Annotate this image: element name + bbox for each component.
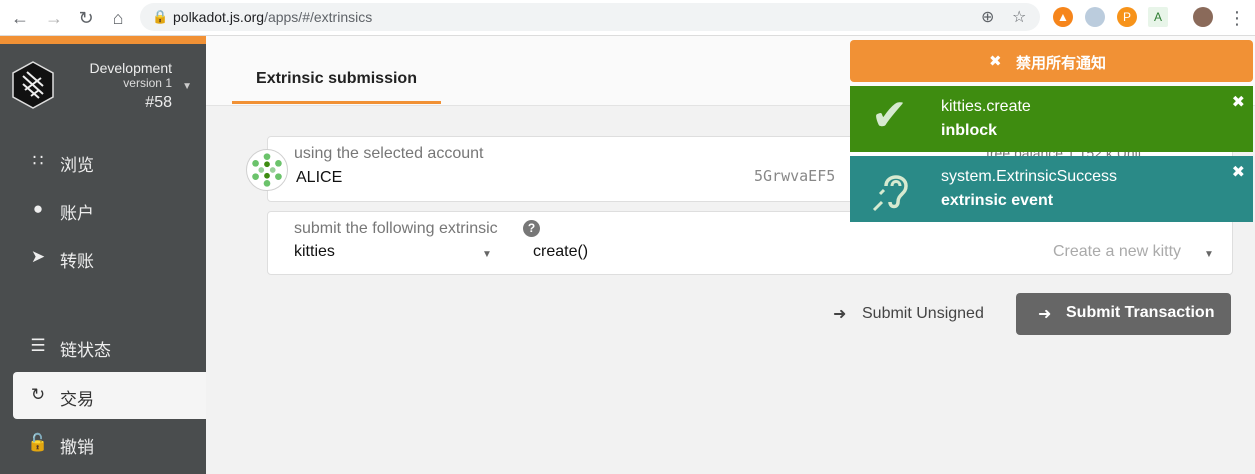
lock-icon: 🔒 bbox=[152, 9, 169, 24]
sidebar-item-label: 链状态 bbox=[60, 341, 111, 360]
disable-notifications-button[interactable]: ✖ 禁用所有通知 bbox=[850, 40, 1253, 82]
forward-icon[interactable]: → bbox=[42, 6, 66, 30]
extrinsic-module[interactable]: kitties bbox=[294, 243, 335, 261]
address-bar[interactable]: 🔒 polkadot.js.org/apps/#/extrinsics ⊕ ☆ bbox=[140, 3, 1040, 31]
sidebar-item-democracy[interactable]: 🔓 撤销 bbox=[13, 420, 206, 467]
apps-icon: ∷ bbox=[32, 151, 44, 170]
notification-title: kitties.create bbox=[941, 98, 1031, 115]
sidebar-item-transfer[interactable]: ➤ 转账 bbox=[13, 234, 206, 281]
close-icon[interactable]: ✖ bbox=[1232, 92, 1245, 112]
users-icon: ● bbox=[32, 199, 44, 218]
polkadot-logo bbox=[12, 61, 54, 109]
module-dropdown-icon[interactable]: ▼ bbox=[482, 249, 492, 260]
tab-label: Extrinsic submission bbox=[256, 70, 417, 87]
notification-title: system.ExtrinsicSuccess bbox=[941, 168, 1118, 185]
menu-dots-icon[interactable]: ⋮ bbox=[1225, 6, 1249, 30]
url-path: /apps/#/extrinsics bbox=[264, 9, 373, 25]
sidebar-item-label: 账户 bbox=[60, 204, 94, 223]
unlock-icon: 🔓 bbox=[27, 433, 49, 452]
notification-status: extrinsic event bbox=[941, 192, 1054, 209]
bookmark-star-icon[interactable]: ☆ bbox=[1012, 7, 1026, 27]
chain-version: version 1 bbox=[123, 76, 172, 90]
close-icon[interactable]: ✖ bbox=[1232, 162, 1245, 182]
sidebar-accent-bar bbox=[0, 36, 206, 44]
submit-transaction-label: Submit Transaction bbox=[1066, 304, 1215, 321]
account-address: 5GrwvaEF5 bbox=[754, 167, 836, 185]
sign-in-icon: ➜ bbox=[833, 306, 847, 323]
account-name: ALICE bbox=[296, 169, 343, 186]
disable-notifications-label: 禁用所有通知 bbox=[1016, 55, 1107, 72]
account-identicon bbox=[246, 149, 288, 191]
send-icon: ➤ bbox=[30, 247, 46, 266]
assistive-listening-icon bbox=[872, 175, 908, 212]
extension-badge-icon[interactable] bbox=[1085, 7, 1105, 27]
sidebar: Development version 1 #58 ▼ ∷ 浏览 ● 账户 ➤ … bbox=[0, 36, 206, 474]
zoom-icon[interactable]: ⊕ bbox=[981, 7, 994, 27]
extrinsic-label: submit the following extrinsic bbox=[294, 220, 498, 237]
profile-avatar[interactable] bbox=[1193, 7, 1213, 27]
sign-in-icon: ➜ bbox=[1038, 306, 1052, 323]
submit-unsigned-label: Submit Unsigned bbox=[862, 305, 984, 322]
browser-toolbar: ← → ↻ ⌂ 🔒 polkadot.js.org/apps/#/extrins… bbox=[0, 0, 1255, 36]
sidebar-item-chainstate[interactable]: ☰ 链状态 bbox=[13, 323, 206, 370]
chain-block-number: #58 bbox=[145, 94, 172, 111]
sidebar-item-explorer[interactable]: ∷ 浏览 bbox=[13, 138, 206, 185]
extrinsic-method[interactable]: create() bbox=[533, 243, 588, 261]
account-label: using the selected account bbox=[294, 145, 484, 162]
metamask-extension-icon[interactable]: ▲ bbox=[1053, 7, 1073, 27]
method-dropdown-icon[interactable]: ▼ bbox=[1204, 249, 1214, 260]
checkmark-icon: ✔ bbox=[871, 91, 908, 140]
notification-kitties-create: ✔ kitties.create inblock ✖ bbox=[850, 86, 1253, 152]
sync-icon: ↻ bbox=[30, 385, 46, 404]
sidebar-item-accounts[interactable]: ● 账户 bbox=[13, 186, 206, 233]
sidebar-item-label: 撤销 bbox=[60, 438, 94, 457]
url-host: polkadot.js.org bbox=[173, 9, 265, 25]
notification-status: inblock bbox=[941, 122, 998, 139]
submit-transaction-button[interactable]: ➜ Submit Transaction bbox=[1016, 293, 1231, 335]
extrinsic-description: Create a new kitty bbox=[1053, 243, 1182, 260]
translate-extension-icon[interactable]: A bbox=[1148, 7, 1168, 27]
help-icon[interactable]: ? bbox=[523, 220, 540, 237]
url-text: polkadot.js.org/apps/#/extrinsics bbox=[173, 9, 372, 25]
crypto-extension-icon[interactable]: P bbox=[1117, 7, 1137, 27]
chain-dropdown-icon[interactable]: ▼ bbox=[182, 81, 192, 92]
sidebar-item-label: 转账 bbox=[60, 252, 94, 271]
sidebar-item-extrinsics[interactable]: ↻ 交易 bbox=[13, 372, 206, 419]
close-icon: ✖ bbox=[989, 53, 1002, 70]
tab-extrinsic-submission[interactable]: Extrinsic submission bbox=[232, 66, 441, 104]
chain-name[interactable]: Development bbox=[90, 60, 173, 76]
database-icon: ☰ bbox=[30, 336, 46, 355]
reload-icon[interactable]: ↻ bbox=[74, 6, 98, 30]
back-icon[interactable]: ← bbox=[8, 6, 32, 30]
sidebar-item-label: 交易 bbox=[60, 390, 94, 409]
submit-unsigned-button[interactable]: ➜ Submit Unsigned bbox=[833, 301, 988, 327]
notification-extrinsic-success: system.ExtrinsicSuccess extrinsic event … bbox=[850, 156, 1253, 222]
sidebar-item-label: 浏览 bbox=[60, 156, 94, 175]
home-icon[interactable]: ⌂ bbox=[106, 6, 130, 30]
